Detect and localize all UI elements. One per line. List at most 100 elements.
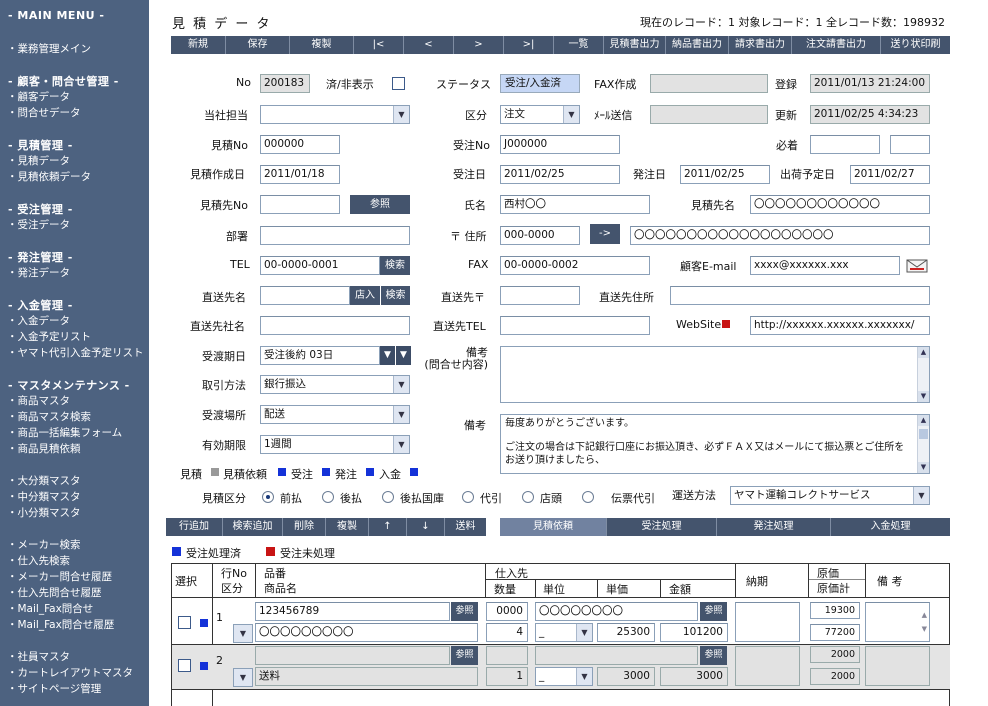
sidebar-item-estimate-request[interactable]: ・見積依頼データ bbox=[7, 169, 91, 184]
sidebar-item-mailfax-history[interactable]: ・Mail_Fax問合せ履歴 bbox=[7, 617, 114, 632]
duplicate-button[interactable]: 複製 bbox=[290, 36, 354, 54]
estimate-output-button[interactable]: 見積書出力 bbox=[604, 36, 666, 54]
radio-prepay[interactable] bbox=[262, 491, 274, 503]
delivery-output-button[interactable]: 納品書出力 bbox=[666, 36, 729, 54]
inquiry-note-textarea[interactable]: ▲ ▼ bbox=[500, 346, 930, 403]
row-qty-input[interactable]: 1 bbox=[486, 667, 528, 686]
sidebar-item-staff-master[interactable]: ・社員マスタ bbox=[7, 649, 70, 664]
ship-to-address-input[interactable] bbox=[670, 286, 930, 305]
triangle-down-icon[interactable]: ▼ bbox=[380, 346, 395, 365]
carrier-select[interactable]: ヤマト運輸コレクトサービス ▼ bbox=[730, 486, 930, 505]
row-hinban-input[interactable] bbox=[255, 646, 450, 665]
row-supplier-name-input[interactable] bbox=[535, 646, 698, 665]
sidebar-item-yamato-plan[interactable]: ・ヤマト代引入金予定リスト bbox=[7, 345, 144, 360]
radio-slip-cod[interactable] bbox=[582, 491, 594, 503]
must-arrive-date-input[interactable] bbox=[810, 135, 880, 154]
sidebar-item-product-estimate[interactable]: ・商品見積依頼 bbox=[7, 441, 81, 456]
fax-input[interactable]: 00-0000-0002 bbox=[500, 256, 650, 275]
row-hinban-ref-button[interactable]: 参照 bbox=[451, 602, 478, 621]
sidebar-item-inquiry-data[interactable]: ・問合せデータ bbox=[7, 105, 81, 120]
row-supplier-ref-button[interactable]: 参照 bbox=[700, 646, 727, 665]
scrollbar[interactable]: ▲ ▼ bbox=[917, 347, 929, 402]
row-note-input[interactable]: ▲ ▼ bbox=[865, 602, 930, 642]
kubun-select[interactable]: 注文 ▼ bbox=[500, 105, 580, 124]
scroll-thumb[interactable] bbox=[919, 429, 928, 439]
tab-estimate-request[interactable]: 見積依頼 bbox=[500, 518, 607, 536]
row-noki-input[interactable] bbox=[735, 646, 800, 686]
order-confirm-output-button[interactable]: 注文請書出力 bbox=[792, 36, 881, 54]
row-select-checkbox[interactable] bbox=[178, 616, 191, 629]
tab-purchase-process[interactable]: 発注処理 bbox=[717, 518, 831, 536]
last-record-button[interactable]: >| bbox=[504, 36, 554, 54]
save-button[interactable]: 保存 bbox=[226, 36, 290, 54]
hide-checkbox[interactable] bbox=[392, 77, 405, 90]
ship-to-zip-input[interactable] bbox=[500, 286, 580, 305]
row-unit-select[interactable]: _ ▼ bbox=[535, 667, 593, 686]
website-input[interactable]: http://xxxxxx.xxxxxx.xxxxxxx/ bbox=[750, 316, 930, 335]
prev-record-button[interactable]: < bbox=[404, 36, 454, 54]
shop-in-button[interactable]: 店入 bbox=[350, 286, 380, 305]
row-cost-total-input[interactable]: 2000 bbox=[810, 668, 860, 685]
first-record-button[interactable]: |< bbox=[354, 36, 404, 54]
email-input[interactable]: xxxx@xxxxxx.xxx bbox=[750, 256, 900, 275]
sidebar-item-purchase-data[interactable]: ・発注データ bbox=[7, 265, 70, 280]
ship-to-company-input[interactable] bbox=[260, 316, 410, 335]
row-supplier-name-input[interactable]: 〇〇〇〇〇〇〇〇 bbox=[535, 602, 698, 621]
sidebar-item-customer-data[interactable]: ・顧客データ bbox=[7, 89, 70, 104]
tel-input[interactable]: 00-0000-0001 bbox=[260, 256, 380, 275]
new-button[interactable]: 新規 bbox=[171, 36, 226, 54]
estimate-date-input[interactable]: 2011/01/18 bbox=[260, 165, 340, 184]
radio-postpay[interactable] bbox=[322, 491, 334, 503]
sidebar-item-product-search[interactable]: ・商品マスタ検索 bbox=[7, 409, 91, 424]
ship-to-name-input[interactable] bbox=[260, 286, 350, 305]
row-price-input[interactable]: 25300 bbox=[597, 623, 655, 642]
sidebar-item-payment-data[interactable]: ・入金データ bbox=[7, 313, 70, 328]
purchase-date-input[interactable]: 2011/02/25 bbox=[680, 165, 770, 184]
sidebar-item-cat-mid[interactable]: ・中分類マスタ bbox=[7, 489, 81, 504]
radio-cod[interactable] bbox=[462, 491, 474, 503]
row-cost-input[interactable]: 2000 bbox=[810, 646, 860, 663]
radio-postpay-treasury[interactable] bbox=[382, 491, 394, 503]
ship-to-tel-input[interactable] bbox=[500, 316, 650, 335]
sidebar-item-maker-history[interactable]: ・メーカー問合せ履歴 bbox=[7, 569, 112, 584]
zip-input[interactable]: 000-0000 bbox=[500, 226, 580, 245]
move-up-button[interactable]: ↑ bbox=[369, 518, 407, 536]
tab-payment-process[interactable]: 入金処理 bbox=[831, 518, 950, 536]
list-button[interactable]: 一覧 bbox=[554, 36, 604, 54]
sidebar-item-cat-small[interactable]: ・小分類マスタ bbox=[7, 505, 81, 520]
delivery-place-select[interactable]: 配送 ▼ bbox=[260, 405, 410, 424]
row-cost-total-input[interactable]: 77200 bbox=[810, 624, 860, 641]
address-input[interactable]: 〇〇〇〇〇〇〇〇〇〇〇〇〇〇〇〇〇〇〇 bbox=[630, 226, 930, 245]
sidebar-item-site-pages[interactable]: ・サイトページ管理 bbox=[7, 681, 101, 696]
row-supplier-ref-button[interactable]: 参照 bbox=[700, 602, 727, 621]
tel-search-button[interactable]: 検索 bbox=[380, 256, 410, 275]
triangle-down-icon[interactable]: ▼ bbox=[396, 346, 411, 365]
ship-date-input[interactable]: 2011/02/27 bbox=[850, 165, 930, 184]
tab-order-process[interactable]: 受注処理 bbox=[607, 518, 717, 536]
search-add-button[interactable]: 検索追加 bbox=[223, 518, 283, 536]
estimate-to-name-input[interactable]: 〇〇〇〇〇〇〇〇〇〇〇〇 bbox=[750, 195, 930, 214]
sidebar-item-order-data[interactable]: ・受注データ bbox=[7, 217, 70, 232]
shipping-label-button[interactable]: 送り状印刷 bbox=[881, 36, 950, 54]
shipping-fee-button[interactable]: 送料 bbox=[445, 518, 486, 536]
sidebar-item-cart-layout[interactable]: ・カートレイアウトマスタ bbox=[7, 665, 133, 680]
row-kubun-select[interactable]: ▼ bbox=[233, 668, 253, 687]
mail-icon[interactable] bbox=[906, 257, 928, 273]
row-amount-input[interactable]: 3000 bbox=[660, 667, 728, 686]
row-hinmei-input[interactable]: 〇〇〇〇〇〇〇〇〇 bbox=[255, 623, 478, 642]
sidebar-item-supplier-history[interactable]: ・仕入先問合せ履歴 bbox=[7, 585, 102, 600]
scrollbar[interactable]: ▲ ▼ bbox=[917, 415, 929, 473]
sidebar-item-product-master[interactable]: ・商品マスタ bbox=[7, 393, 70, 408]
name-input[interactable]: 西村〇〇 bbox=[500, 195, 650, 214]
sidebar-item-mailfax[interactable]: ・Mail_Fax問合せ bbox=[7, 601, 93, 616]
row-supplier-code-input[interactable]: 0000 bbox=[486, 602, 528, 621]
order-date-input[interactable]: 2011/02/25 bbox=[500, 165, 620, 184]
sidebar-item-bulk-edit[interactable]: ・商品一括編集フォーム bbox=[7, 425, 122, 440]
duplicate-row-button[interactable]: 複製 bbox=[326, 518, 369, 536]
valid-period-select[interactable]: 1週間 ▼ bbox=[260, 435, 410, 454]
dept-input[interactable] bbox=[260, 226, 410, 245]
move-down-button[interactable]: ↓ bbox=[407, 518, 445, 536]
estimate-no-input[interactable]: 000000 bbox=[260, 135, 340, 154]
sidebar-item-main[interactable]: ・業務管理メイン bbox=[7, 41, 91, 56]
row-qty-input[interactable]: 4 bbox=[486, 623, 528, 642]
